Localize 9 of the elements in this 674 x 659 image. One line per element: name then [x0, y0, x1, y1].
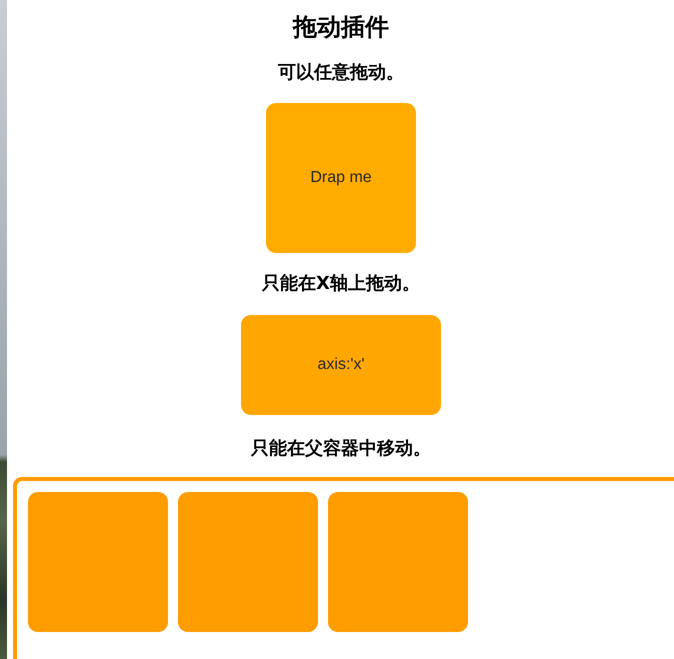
draggable-box[interactable] [28, 492, 168, 632]
draggable-box[interactable]: axis:'x' [241, 315, 441, 415]
draggable-box[interactable] [328, 492, 468, 632]
section-heading: 可以任意拖动。 [278, 62, 404, 84]
page-title: 拖动插件 [293, 13, 389, 41]
draggable-box[interactable]: Drap me [266, 103, 416, 253]
section-heading: 只能在父容器中移动。 [251, 438, 431, 460]
draggable-box[interactable] [178, 492, 318, 632]
section-heading: 只能在X轴上拖动。 [262, 273, 420, 295]
